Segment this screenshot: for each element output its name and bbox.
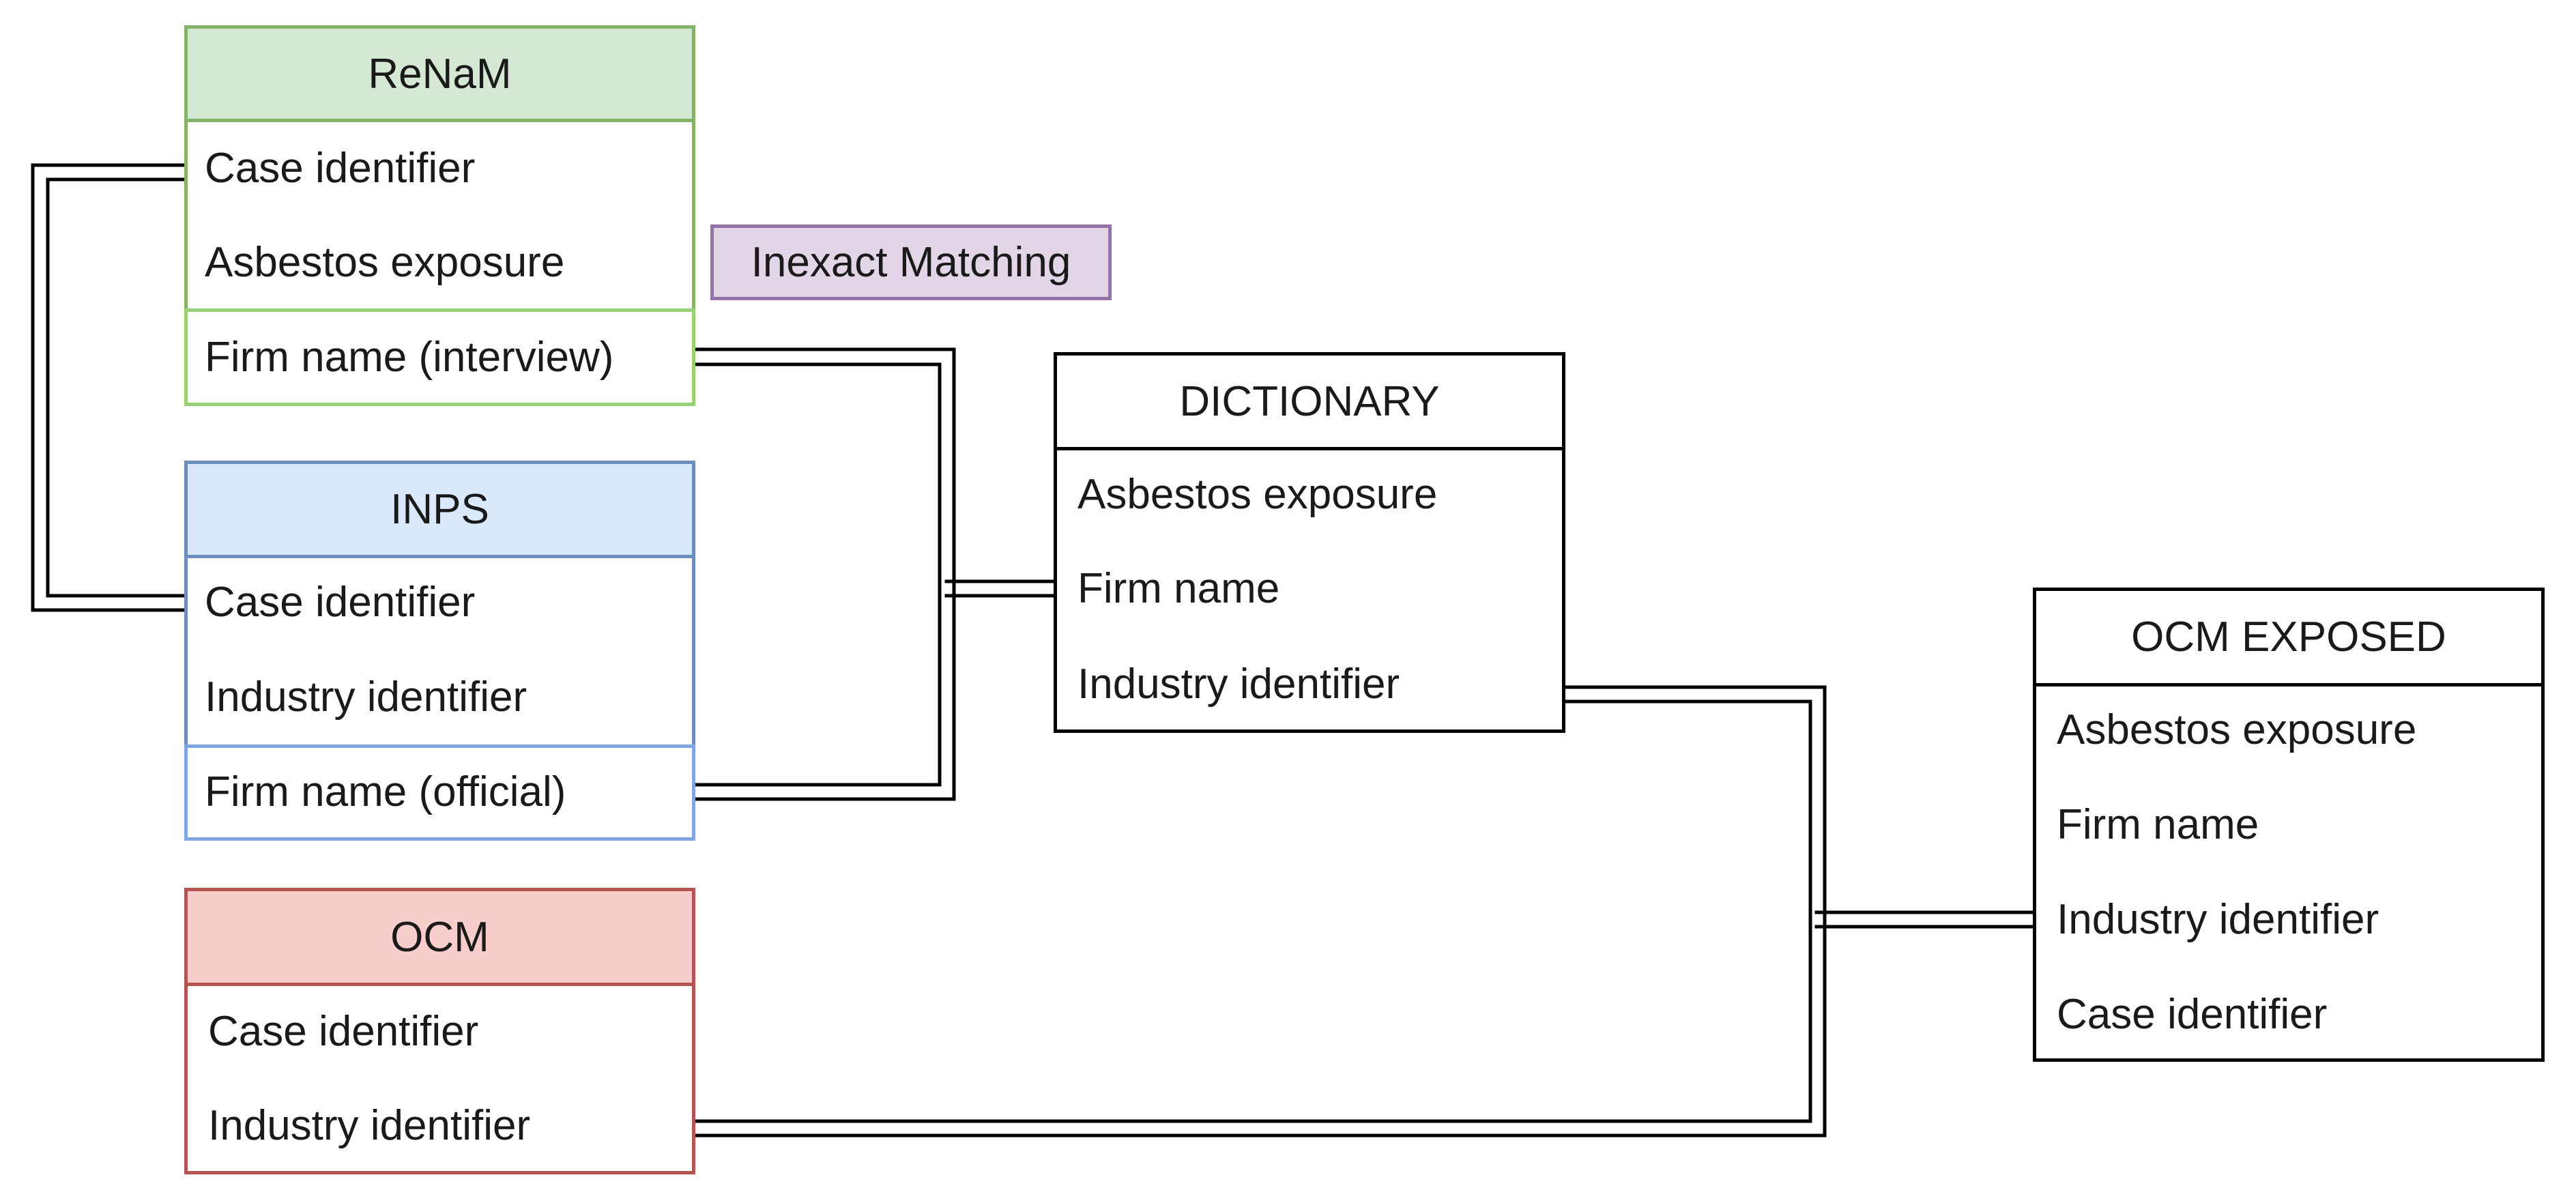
entity-dictionary[interactable]: DICTIONARY Asbestos exposure Firm name I… [1054,352,1565,733]
connector-industry-to-ocm-exposed[interactable] [691,685,2036,1138]
field-firm-name-official[interactable]: Firm name (official) [205,771,566,813]
field-firm-name-interview[interactable]: Firm name (interview) [205,336,613,379]
field-asbestos-exposure[interactable]: Asbestos exposure [205,242,564,284]
entity-title: INPS [184,461,695,558]
field-industry-identifier[interactable]: Industry identifier [1077,663,1400,706]
entity-renam[interactable]: ReNaM Case identifier Asbestos exposure … [184,25,695,406]
entity-ocm[interactable]: OCM Case identifier Industry identifier [184,888,695,1174]
entity-title: OCM EXPOSED [2033,588,2545,686]
connector-line-inner [46,177,188,598]
connector-firm-names-to-dictionary[interactable] [691,347,1057,801]
field-asbestos-exposure[interactable]: Asbestos exposure [2057,709,2416,751]
field-case-identifier[interactable]: Case identifier [205,581,475,624]
field-case-identifier[interactable]: Case identifier [2057,994,2327,1036]
entity-title: DICTIONARY [1054,352,1565,450]
entity-title: ReNaM [184,25,695,122]
connector-line-inner [691,362,942,787]
field-industry-identifier[interactable]: Industry identifier [205,676,527,719]
connector-line-outer [691,347,956,801]
connector-line-outer [691,685,1827,1138]
connector-line-outer [31,163,188,612]
field-case-identifier[interactable]: Case identifier [205,147,475,190]
field-firm-name[interactable]: Firm name [1077,568,1279,610]
field-asbestos-exposure[interactable]: Asbestos exposure [1077,474,1437,516]
connector-renam-case-to-inps-case[interactable] [31,163,188,612]
entity-title: OCM [184,888,695,986]
entity-inps[interactable]: INPS Case identifier Industry identifier… [184,461,695,841]
entity-ocm-exposed[interactable]: OCM EXPOSED Asbestos exposure Firm name … [2033,588,2545,1062]
inexact-matching-label: Inexact Matching [710,225,1112,300]
connector-line-inner [691,699,1812,1123]
field-case-identifier[interactable]: Case identifier [208,1011,478,1053]
field-industry-identifier[interactable]: Industry identifier [208,1105,530,1147]
field-firm-name[interactable]: Firm name [2057,804,2259,846]
field-industry-identifier[interactable]: Industry identifier [2057,899,2379,941]
